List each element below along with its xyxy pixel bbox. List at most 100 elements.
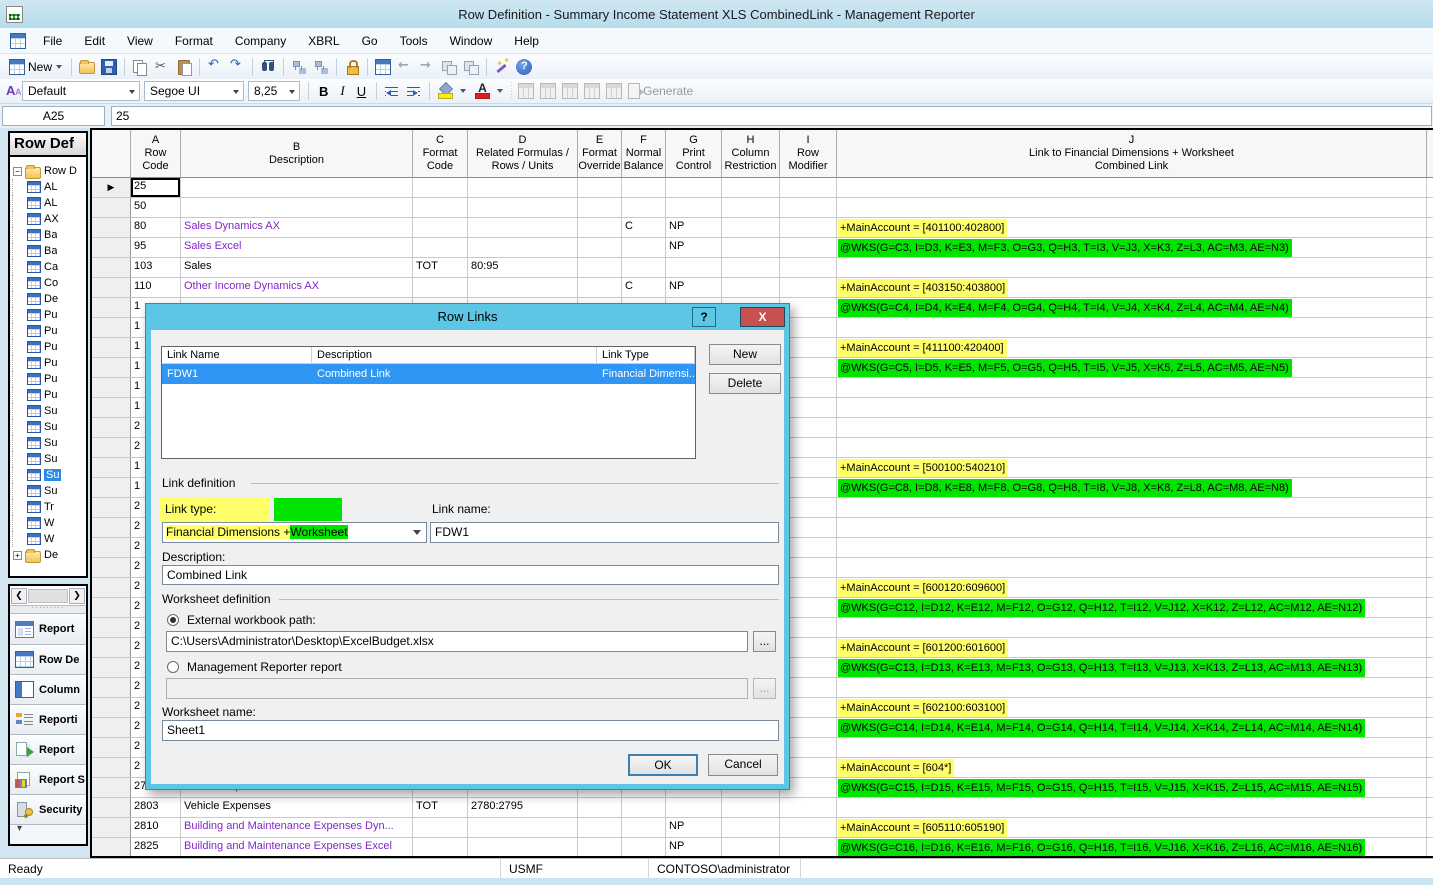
list-item-selected[interactable]: FDW1Combined LinkFinancial Dimensi... [162, 364, 695, 384]
tree-item-su-18[interactable]: Su [12, 467, 86, 483]
nav-button-report[interactable]: Report [10, 734, 86, 764]
cell-A[interactable]: 2825 [131, 838, 181, 858]
row-header-cell[interactable] [92, 578, 131, 598]
row-header-cell[interactable] [92, 218, 131, 238]
row-header-cell[interactable] [92, 558, 131, 578]
help-icon[interactable] [513, 57, 535, 77]
tree-item-tr-20[interactable]: Tr [12, 499, 86, 515]
column-header-H[interactable]: HColumnRestriction [722, 130, 780, 178]
cell-G[interactable] [666, 798, 722, 818]
cell-D[interactable] [468, 238, 578, 258]
cell-C[interactable] [413, 818, 468, 838]
cell-I[interactable] [780, 798, 837, 818]
cell-J[interactable]: @WKS(G=C15, I=D15, K=E15, M=F15, O=G15, … [837, 778, 1427, 798]
row-header-cell[interactable] [92, 798, 131, 818]
column-header-B[interactable]: BDescription [181, 130, 413, 178]
cell-H[interactable] [722, 258, 780, 278]
cell-I[interactable] [780, 178, 837, 198]
row-header-cell[interactable] [92, 318, 131, 338]
cell-A[interactable]: 80 [131, 218, 181, 238]
column-header-C[interactable]: CFormatCode [413, 130, 468, 178]
font-combo-dropdown-icon[interactable] [233, 90, 239, 94]
tree-item-pu-12[interactable]: Pu [12, 371, 86, 387]
cell-H[interactable] [722, 798, 780, 818]
copy-cell-link-icon[interactable] [438, 57, 460, 77]
tree-item-pu-8[interactable]: Pu [12, 307, 86, 323]
tree-item-de-7[interactable]: De [12, 291, 86, 307]
increase-indent-button[interactable] [403, 81, 425, 101]
cell-J[interactable]: +MainAccount = [605110:605190] [837, 818, 1427, 838]
cell-D[interactable] [468, 218, 578, 238]
insert-column-icon[interactable] [310, 57, 332, 77]
cell-D[interactable]: 80:95 [468, 258, 578, 278]
browse-workbook-button[interactable]: ... [753, 631, 776, 652]
row-header-cell[interactable] [92, 618, 131, 638]
cell-B[interactable]: Sales Excel [181, 238, 413, 258]
row-header-cell[interactable] [92, 258, 131, 278]
cell-I[interactable] [780, 818, 837, 838]
cell-reference-box[interactable]: A25 [2, 106, 105, 126]
row-header-cell[interactable] [92, 478, 131, 498]
cell-F[interactable] [622, 258, 666, 278]
cell-J[interactable] [837, 258, 1427, 278]
row-header-cell[interactable] [92, 238, 131, 258]
cell-H[interactable] [722, 218, 780, 238]
cell-J[interactable] [837, 418, 1427, 438]
row-header-cell[interactable] [92, 378, 131, 398]
nav-options-chevron[interactable] [10, 824, 86, 840]
highlight-color-dropdown-button[interactable] [456, 81, 471, 101]
expand-icon[interactable]: + [13, 551, 22, 560]
row-header-cell[interactable] [92, 538, 131, 558]
scroll-track[interactable] [28, 589, 68, 603]
highlight-color-button[interactable] [434, 81, 456, 101]
list-column-description[interactable]: Description [312, 347, 597, 363]
cell-J[interactable]: +MainAccount = [600120:609600] [837, 578, 1427, 598]
tree-item-pu-10[interactable]: Pu [12, 339, 86, 355]
row-header-cell[interactable] [92, 738, 131, 758]
cell-J[interactable]: @WKS(G=C13, I=D13, K=E13, M=F13, O=G13, … [837, 658, 1427, 678]
cell-J[interactable]: @WKS(G=C3, I=D3, K=E3, M=F3, O=G3, Q=H3,… [837, 238, 1427, 258]
cell-F[interactable]: C [622, 218, 666, 238]
cell-J[interactable] [837, 678, 1427, 698]
column-header-E[interactable]: EFormatOverride [578, 130, 622, 178]
new-link-button[interactable]: New [709, 344, 781, 365]
scroll-right-icon[interactable]: ❯ [69, 588, 85, 604]
cell-C[interactable]: TOT [413, 258, 468, 278]
row-links-list[interactable]: Link NameDescriptionLink TypeFDW1Combine… [161, 346, 696, 459]
link-type-combo[interactable]: Financial Dimensions +Worksheet [162, 522, 427, 543]
row-header-cell[interactable] [92, 638, 131, 658]
cell-J[interactable]: @WKS(G=C16, I=D16, K=E16, M=F16, O=G16, … [837, 838, 1427, 858]
cell-B[interactable]: Other Income Dynamics AX [181, 278, 413, 298]
bold-button[interactable]: B [313, 84, 334, 99]
cell-J[interactable] [837, 518, 1427, 538]
tree-item-ca-5[interactable]: Ca [12, 259, 86, 275]
cell-F[interactable] [622, 818, 666, 838]
tree-item-co-6[interactable]: Co [12, 275, 86, 291]
cell-E[interactable] [578, 238, 622, 258]
font-combo[interactable]: Segoe UI [144, 81, 244, 101]
cell-C[interactable] [413, 198, 468, 218]
cell-C[interactable] [413, 278, 468, 298]
menu-window[interactable]: Window [439, 30, 504, 52]
row-header-cell[interactable] [92, 778, 131, 798]
row-header-cell[interactable] [92, 398, 131, 418]
tree-item-ax-2[interactable]: AX [12, 211, 86, 227]
row-header-cell[interactable] [92, 278, 131, 298]
menu-tools[interactable]: Tools [389, 30, 439, 52]
cell-J[interactable]: @WKS(G=C8, I=D8, K=E8, M=F8, O=G8, Q=H8,… [837, 478, 1427, 498]
cell-J[interactable]: +MainAccount = [500100:540210] [837, 458, 1427, 478]
row-header-cell[interactable] [92, 338, 131, 358]
font-color-button[interactable] [471, 81, 493, 101]
description-input[interactable]: Combined Link [162, 565, 779, 585]
tree-item-pu-9[interactable]: Pu [12, 323, 86, 339]
menu-format[interactable]: Format [164, 30, 224, 52]
tree-root-row-definitions[interactable]: −Row D [12, 163, 86, 179]
cell-J[interactable] [837, 398, 1427, 418]
row-header-cell[interactable] [92, 518, 131, 538]
style-combo[interactable]: Default [22, 81, 140, 101]
row-header-cell[interactable] [92, 418, 131, 438]
formula-input[interactable]: 25 [111, 106, 1432, 126]
tree-item-su-15[interactable]: Su [12, 419, 86, 435]
cell-H[interactable] [722, 178, 780, 198]
tree-item-su-19[interactable]: Su [12, 483, 86, 499]
